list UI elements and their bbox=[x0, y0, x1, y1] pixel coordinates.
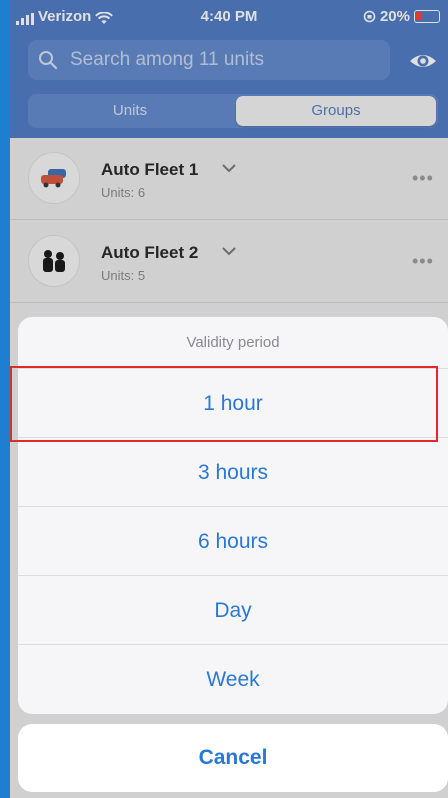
action-sheet-title: Validity period bbox=[18, 317, 448, 369]
option-3-hours[interactable]: 3 hours bbox=[18, 438, 448, 507]
highlight-box bbox=[10, 366, 438, 442]
option-day[interactable]: Day bbox=[18, 576, 448, 645]
option-week[interactable]: Week bbox=[18, 645, 448, 714]
cancel-button[interactable]: Cancel bbox=[18, 724, 448, 792]
option-6-hours[interactable]: 6 hours bbox=[18, 507, 448, 576]
